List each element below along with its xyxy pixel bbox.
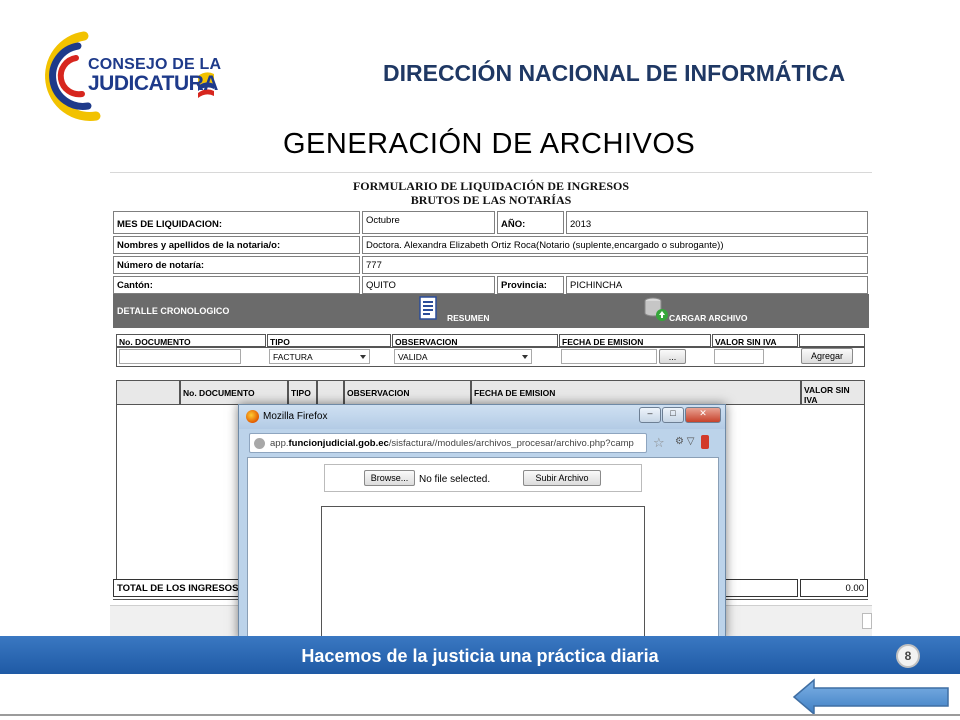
mes-value: Octubre	[362, 211, 495, 234]
resumen-link[interactable]: RESUMEN	[447, 313, 490, 323]
numero-label: Número de notaría:	[113, 256, 360, 274]
detalle-section-bar: DETALLE CRONOLOGICO RESUMEN CARGAR ARCHI…	[113, 294, 869, 328]
document-icon[interactable]	[419, 296, 437, 320]
browse-button[interactable]: Browse...	[364, 470, 415, 486]
chevron-down-icon	[360, 355, 366, 359]
table-header-tipo: TIPO	[288, 380, 317, 405]
table-header-no-documento: No. DOCUMENTO	[180, 380, 288, 405]
bookmark-star-icon[interactable]: ☆	[653, 435, 665, 451]
minimize-icon[interactable]: –	[639, 407, 661, 423]
upload-form: Browse... No file selected. Subir Archiv…	[324, 464, 642, 492]
upload-result-area	[321, 506, 645, 639]
agregar-button[interactable]: Agregar	[801, 348, 853, 364]
entry-header-blank	[799, 334, 865, 347]
maximize-icon[interactable]: □	[662, 407, 684, 423]
table-header-blank2	[317, 380, 344, 405]
provincia-label: Provincia:	[497, 276, 564, 294]
globe-icon	[254, 438, 265, 449]
canton-value: QUITO	[362, 276, 495, 294]
mes-label: MES DE LIQUIDACION:	[113, 211, 360, 234]
tipo-select[interactable]: FACTURA	[269, 349, 370, 364]
table-header-observacion: OBSERVACION	[344, 380, 471, 405]
provincia-value: PICHINCHA	[566, 276, 868, 294]
popup-content: Browse... No file selected. Subir Archiv…	[247, 457, 719, 639]
entry-header-fecha: FECHA DE EMISION	[559, 334, 711, 347]
close-icon[interactable]: ✕	[685, 407, 721, 423]
cargar-archivo-link[interactable]: CARGAR ARCHIVO	[669, 313, 748, 323]
tipo-select-value: FACTURA	[273, 352, 313, 362]
anio-label: AÑO:	[497, 211, 564, 234]
footer-slogan: Hacemos de la justicia una práctica diar…	[301, 646, 659, 666]
page-number: 8	[896, 644, 920, 668]
logo-text-line2: JUDICATURA	[88, 72, 218, 95]
detalle-label: DETALLE CRONOLOGICO	[117, 306, 230, 316]
database-upload-icon[interactable]	[643, 296, 669, 322]
addon-icons[interactable]: ⚙ ▽	[675, 436, 694, 447]
subir-archivo-button[interactable]: Subir Archivo	[523, 470, 601, 486]
scroll-handle[interactable]	[862, 613, 872, 629]
firefox-icon	[246, 410, 259, 423]
nombres-label: Nombres y apellidos de la notaria/o:	[113, 236, 360, 254]
total-value: 0.00	[800, 579, 868, 597]
address-bar[interactable]: app.funcionjudicial.gob.ec/sisfactura//m…	[249, 433, 647, 453]
form-title-line1: FORMULARIO DE LIQUIDACIÓN DE INGRESOS	[352, 179, 630, 193]
table-header-valor: VALOR SIN IVA	[801, 380, 865, 405]
firefox-window-title: Mozilla Firefox	[263, 411, 328, 422]
extension-icon[interactable]	[701, 435, 709, 449]
canton-label: Cantón:	[113, 276, 360, 294]
form-title-line2: BRUTOS DE LAS NOTARÍAS	[410, 193, 572, 207]
observacion-select-value: VALIDA	[398, 352, 428, 362]
table-header-fecha: FECHA DE EMISION	[471, 380, 801, 405]
file-status: No file selected.	[419, 474, 491, 485]
url-prefix: app.	[270, 438, 289, 449]
entry-header-no-documento: No. DOCUMENTO	[116, 334, 266, 347]
anio-value: 2013	[566, 211, 868, 234]
department-title: DIRECCIÓN NACIONAL DE INFORMÁTICA	[383, 60, 846, 86]
table-header-blank	[116, 380, 180, 405]
url-domain: funcionjudicial.gob.ec	[288, 438, 389, 449]
fecha-input[interactable]	[561, 349, 657, 364]
numero-value: 777	[362, 256, 868, 274]
chevron-down-icon	[522, 355, 528, 359]
valor-input[interactable]	[714, 349, 764, 364]
url-path: /sisfactura//modules/archivos_procesar/a…	[388, 438, 634, 449]
firefox-popup-window[interactable]: Mozilla Firefox – □ ✕ app.funcionjudicia…	[238, 404, 726, 640]
observacion-select[interactable]: VALIDA	[394, 349, 532, 364]
back-arrow-icon[interactable]	[792, 678, 952, 716]
slide-title: GENERACIÓN DE ARCHIVOS	[283, 128, 696, 160]
firefox-titlebar[interactable]: Mozilla Firefox – □ ✕	[239, 405, 725, 429]
bottom-divider	[0, 714, 960, 716]
date-picker-button[interactable]: ...	[659, 349, 686, 364]
no-documento-input[interactable]	[119, 349, 241, 364]
nombres-value: Doctora. Alexandra Elizabeth Ortiz Roca(…	[362, 236, 868, 254]
entry-header-observacion: OBSERVACION	[392, 334, 558, 347]
footer-bar: Hacemos de la justicia una práctica diar…	[0, 636, 960, 674]
entry-header-tipo: TIPO	[267, 334, 391, 347]
entry-header-valor: VALOR SIN IVA	[712, 334, 798, 347]
